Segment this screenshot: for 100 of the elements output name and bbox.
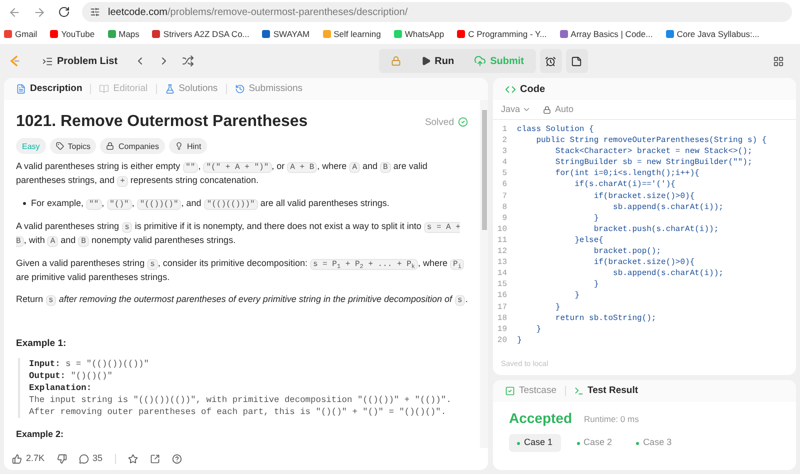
reload-icon[interactable] [58, 6, 70, 18]
lightbulb-icon [174, 142, 183, 150]
example-heading: Example 1: [16, 337, 68, 350]
line-number: 13 [496, 257, 508, 268]
code-line: } [574, 290, 580, 302]
code-line: } [592, 279, 599, 290]
code-title: Code [520, 82, 545, 96]
line-number: 9 [501, 212, 508, 224]
code-line: }else{ [574, 234, 604, 246]
document-icon [16, 84, 26, 94]
code-line: if(bracket.size()>0){ [592, 257, 695, 268]
comments-button[interactable]: 35 [78, 452, 103, 466]
description-paragraph: Given a valid parentheses string s , consider its primitive decomposition: s = P$_{1}$ + P$_{2}$ + ... + P$_{k}$ , where P$_{i}$ are primitive valid parentheses strings. [16, 257, 468, 284]
line-number: 12 [496, 246, 508, 258]
code-line: } [535, 324, 542, 335]
run-button[interactable]: Run [412, 54, 462, 68]
chevron-down-icon [522, 105, 532, 114]
checkbox-icon [505, 386, 515, 396]
bookmark[interactable]: Self learning [322, 28, 381, 40]
line-number: 2 [501, 135, 508, 146]
bookmark[interactable]: Gmail [4, 28, 38, 40]
explanation-line: After removing outer parentheses of each part, this is "()()" + "()" = "()()()". [29, 406, 448, 418]
description-paragraph: A valid parentheses string is either empty "" , "(" + A + ")" , or A + B , where A and B are valid parentheses strings, and + represents string concatenation. [16, 160, 428, 188]
panel-tab[interactable]: Description [16, 82, 82, 96]
tag-button[interactable]: Companies [100, 138, 165, 154]
example-line: Output: "()()()" [29, 370, 114, 382]
bookmark[interactable]: YouTube [50, 28, 95, 40]
line-number: 14 [496, 268, 508, 280]
bookmark[interactable]: SWAYAM [262, 28, 310, 40]
code-line: bracket.pop(); [592, 246, 662, 258]
like-button[interactable]: 2.7K [12, 452, 45, 466]
help-icon[interactable] [172, 454, 182, 464]
code-line: } [517, 334, 522, 346]
shuffle-icon[interactable] [182, 55, 194, 67]
play-icon [420, 56, 431, 66]
code-line: for(int i=0;i<s.length();i++){ [554, 168, 700, 180]
note-icon[interactable] [571, 56, 582, 66]
terminal-icon [574, 386, 584, 396]
line-number: 3 [501, 146, 508, 158]
problem-title: 1021. Remove Outermost Parentheses [16, 112, 308, 132]
site-info-icon[interactable] [90, 7, 100, 17]
star-icon[interactable] [128, 454, 138, 464]
comment-icon [78, 454, 89, 464]
problem-list-button[interactable]: Problem List [42, 54, 118, 68]
code-line: sb.append(s.charAt(i)); [612, 202, 724, 213]
line-number: 16 [496, 290, 508, 302]
layout-icon[interactable] [773, 56, 784, 66]
cloud-upload-icon [474, 55, 486, 67]
example-line: Input: s = "(()())(())" [29, 358, 150, 370]
dislike-icon[interactable] [56, 454, 67, 464]
line-number: 6 [501, 179, 508, 191]
tag-button[interactable]: Hint [168, 138, 208, 154]
line-number: 7 [501, 190, 508, 202]
address-bar[interactable]: leetcode.com/problems/remove-outermost-parentheses/description/ [82, 2, 792, 22]
code-line: Stack<Character> bracket = new Stack<>(); [554, 146, 752, 158]
code-line: StringBuilder sb = new StringBuilder(""); [554, 157, 752, 168]
bookmark[interactable]: Array Basics | Code... [560, 28, 653, 40]
history-icon [234, 84, 245, 94]
bullet-item: For example, "" , "()" , "(())()" , and "(()(()))" are all valid parentheses strings. [23, 197, 468, 211]
line-number: 15 [496, 279, 508, 290]
alarm-clock-icon[interactable] [545, 56, 556, 66]
code-line: if(s.charAt(i)=='('){ [574, 179, 676, 191]
forward-icon[interactable] [33, 6, 46, 18]
code-line: class Solution { [517, 124, 594, 136]
url-text: leetcode.com/problems/remove-outermost-parentheses/description/ [108, 6, 408, 20]
explanation-line: The input string is "(()())(())", with primitive decomposition "(()())" + "(())". [29, 394, 452, 406]
lock-icon [543, 106, 552, 114]
runtime-text: Runtime: 0 ms [584, 413, 639, 426]
back-icon[interactable] [8, 6, 21, 18]
line-number: 17 [496, 302, 508, 313]
tag-button[interactable]: Topics [50, 138, 96, 154]
bookmark[interactable]: Strivers A2Z DSA Co... [152, 28, 250, 40]
check-circle-icon [458, 117, 468, 127]
code-line: return sb.toString(); [554, 312, 656, 324]
thumbs-up-icon [12, 454, 22, 464]
line-number: 1 [501, 124, 508, 136]
lock-icon [106, 142, 114, 150]
line-number: 11 [496, 234, 508, 246]
example-heading: Example 2: [16, 428, 65, 441]
description-paragraph: Return s after removing the outermost parentheses of every primitive string in the primitive decomposition of s . [16, 293, 468, 307]
solved-status: Solved [424, 116, 468, 128]
code-line: public String removeOuterParentheses(String s) { [535, 135, 767, 146]
book-icon [99, 84, 110, 94]
line-number: 4 [501, 157, 508, 168]
bookmark[interactable]: Maps [108, 28, 140, 40]
bookmark[interactable]: C Programming - Y... [457, 28, 547, 40]
code-line: if(bracket.size()>0){ [592, 190, 695, 202]
share-icon[interactable] [150, 454, 160, 464]
code-line: } [554, 302, 560, 313]
case-tab[interactable]: Case 1 [509, 434, 561, 452]
description-paragraph: A valid parentheses string s is primitive if it is nonempty, and there does not exist a way to split it into s = A + B , with A and B nonempty valid parentheses strings. [16, 220, 462, 248]
bookmark[interactable]: WhatsApp [394, 28, 444, 40]
list-icon [42, 56, 53, 66]
code-icon [505, 84, 516, 94]
code-line: sb.append(s.charAt(i)); [612, 268, 724, 280]
code-line: } [592, 212, 599, 224]
scrollbar[interactable] [480, 100, 488, 448]
explanation-label: Explanation: [29, 382, 93, 394]
result-tab[interactable]: Test Result [574, 384, 638, 398]
bookmark[interactable]: Core Java Syllabus:... [666, 28, 760, 40]
